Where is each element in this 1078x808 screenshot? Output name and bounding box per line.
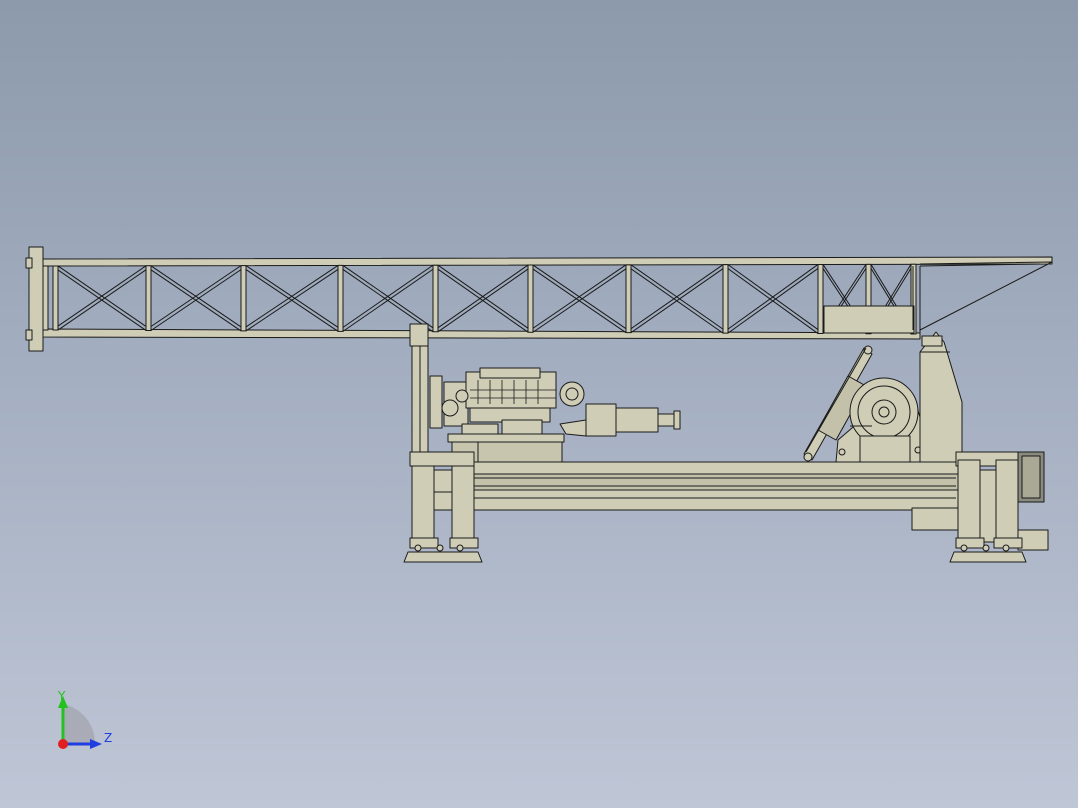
z-axis-label: Z	[104, 731, 112, 745]
truss-vertical	[625, 264, 632, 334]
engine-unit	[429, 367, 681, 463]
truss-vertical	[817, 263, 824, 335]
mast-truss	[25, 246, 1053, 352]
truss-vertical	[240, 265, 247, 332]
truss-vertical	[52, 265, 59, 331]
cad-viewport[interactable]: Y Z	[0, 0, 1078, 808]
mast-pivot	[919, 331, 963, 463]
truss-vertical	[432, 264, 439, 333]
mast-support-post	[409, 323, 429, 453]
left-legs	[403, 451, 483, 563]
truss-vertical	[527, 264, 534, 333]
drilling-rig-model[interactable]	[0, 0, 1078, 808]
coordinate-triad: Y Z	[57, 689, 112, 749]
truss-vertical	[337, 264, 344, 332]
truss-vertical	[722, 264, 729, 334]
truss-vertical	[145, 265, 152, 331]
x-axis-icon	[58, 739, 68, 749]
y-axis-label: Y	[57, 689, 66, 703]
